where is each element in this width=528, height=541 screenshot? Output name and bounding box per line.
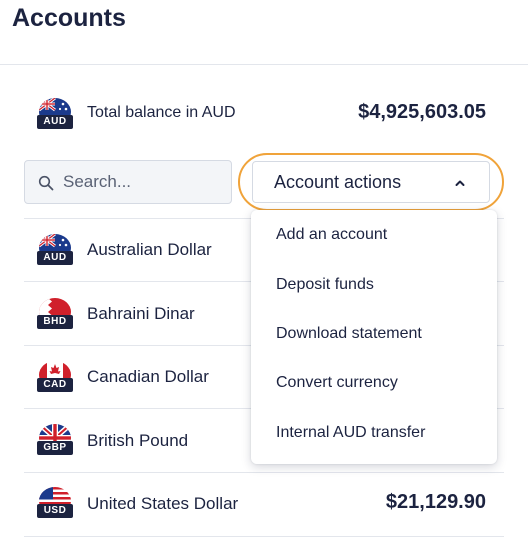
uk-flag-icon: GBP [37, 424, 73, 455]
canada-flag-icon: CAD [37, 361, 73, 392]
title-divider [0, 64, 528, 65]
currency-code-badge: AUD [37, 115, 73, 129]
chevron-up-icon [455, 180, 465, 186]
account-name[interactable]: Bahraini Dinar [87, 304, 195, 324]
australia-flag-icon: AUD [37, 98, 73, 129]
menu-item-internal-transfer[interactable]: Internal AUD transfer [276, 424, 425, 442]
page-title: Accounts [12, 4, 126, 32]
currency-code-badge: AUD [37, 251, 73, 265]
menu-item-add-account[interactable]: Add an account [276, 226, 387, 244]
total-balance-label: Total balance in AUD [87, 104, 236, 121]
currency-code-badge: USD [37, 504, 73, 518]
menu-item-convert-currency[interactable]: Convert currency [276, 374, 398, 392]
menu-item-download-statement[interactable]: Download statement [276, 325, 422, 343]
menu-item-deposit-funds[interactable]: Deposit funds [276, 276, 374, 294]
account-actions-menu: Add an account Deposit funds Download st… [251, 210, 497, 464]
search-icon [38, 175, 54, 191]
total-balance-value: $4,925,603.05 [358, 101, 486, 123]
currency-code-badge: CAD [37, 378, 73, 392]
usa-flag-icon: USD [37, 487, 73, 518]
account-name[interactable]: Canadian Dollar [87, 367, 209, 387]
account-actions-label: Account actions [274, 172, 402, 192]
account-name[interactable]: United States Dollar [87, 494, 238, 514]
row-divider [24, 536, 504, 537]
australia-flag-icon: AUD [37, 234, 73, 265]
search-input[interactable] [63, 171, 223, 193]
account-actions-select[interactable]: Account actions [252, 161, 490, 203]
row-divider [24, 472, 504, 473]
account-balance: $21,129.90 [385, 491, 486, 513]
account-actions-button[interactable]: Account actions [238, 153, 504, 211]
currency-code-badge: BHD [37, 315, 73, 329]
account-name[interactable]: British Pound [87, 431, 188, 451]
account-name[interactable]: Australian Dollar [87, 240, 212, 260]
currency-code-badge: GBP [37, 441, 73, 455]
search-field[interactable] [24, 160, 232, 204]
bahrain-flag-icon: BHD [37, 298, 73, 329]
